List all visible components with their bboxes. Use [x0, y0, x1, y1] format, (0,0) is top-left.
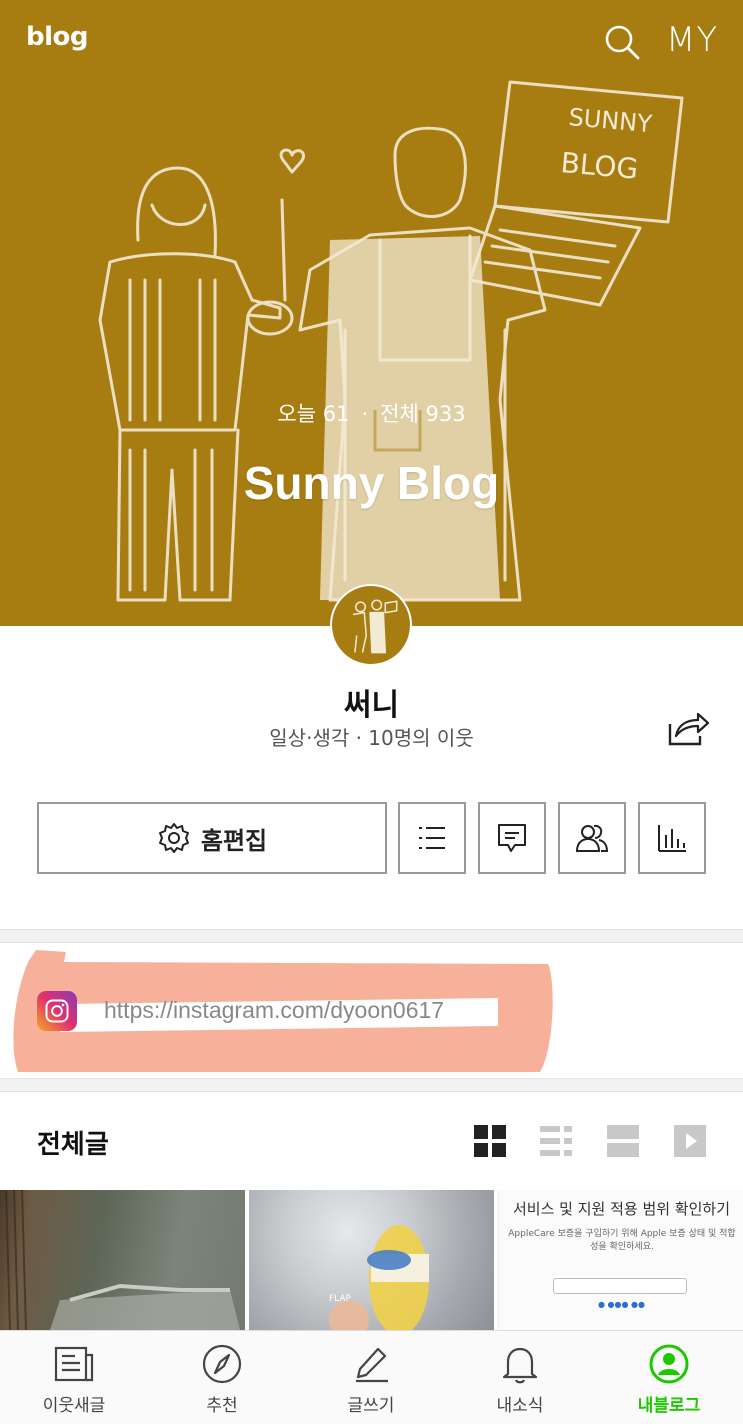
nav-label: 이웃새글	[42, 1396, 106, 1416]
nav-item-notifications[interactable]: 내소식	[446, 1331, 594, 1424]
compass-icon	[202, 1344, 242, 1384]
nav-item-write[interactable]: 글쓰기	[297, 1331, 445, 1424]
nav-item-neighbor-news[interactable]: 이웃새글	[0, 1331, 148, 1424]
visit-stats: 오늘 61 · 전체 933	[0, 398, 743, 428]
nav-item-recommend[interactable]: 추천	[148, 1331, 296, 1424]
cover-illustration: SUNNY BLOG	[98, 80, 684, 602]
total-visits: 전체 933	[380, 402, 466, 426]
edit-home-button[interactable]: 홈편집	[37, 802, 387, 874]
video-view-icon[interactable]	[673, 1124, 707, 1158]
cover-art-text-2: BLOG	[559, 146, 639, 186]
neighbors-icon	[575, 824, 609, 852]
bottom-navigation: 이웃새글 추천 글쓰기 내소식 내블로그	[0, 1330, 743, 1424]
blog-title: Sunny Blog	[243, 457, 500, 509]
nav-item-my-blog[interactable]: 내블로그	[595, 1331, 743, 1424]
blog-cover: SUNNY BLOG blog MY 오늘 61 · 전체 933 Sunny Bl…	[0, 0, 743, 626]
nav-label: 내소식	[496, 1396, 544, 1416]
category-list-button[interactable]	[398, 802, 466, 874]
avatar[interactable]	[330, 584, 412, 666]
my-menu-button[interactable]: MY	[666, 20, 718, 60]
all-posts-title: 전체글	[37, 1130, 109, 1160]
thumb-link: ● ●●● ●●	[598, 1300, 645, 1309]
nav-label: 내블로그	[637, 1396, 701, 1416]
blog-meta[interactable]: 일상·생각 · 10명의 이웃	[0, 722, 743, 751]
stats-icon	[658, 825, 686, 852]
comment-icon	[498, 824, 526, 852]
post-thumbnails: FLAP 서비스 및 지원 적용 범위 확인하기 AppleCare 보증을 구…	[0, 1190, 743, 1330]
nav-label: 추천	[206, 1396, 238, 1416]
card-view-icon[interactable]	[606, 1124, 640, 1158]
nav-label: 글쓰기	[347, 1396, 395, 1416]
bell-icon	[502, 1347, 538, 1384]
grid-view-icon[interactable]	[473, 1124, 507, 1158]
post-thumbnail[interactable]	[0, 1190, 245, 1330]
section-divider-2	[0, 1078, 743, 1092]
instagram-link[interactable]: https://instagram.com/dyoon0617	[104, 997, 444, 1024]
today-visits: 오늘 61	[277, 402, 350, 426]
gear-icon	[158, 823, 189, 853]
edit-home-label: 홈편집	[200, 826, 268, 855]
neighbors-button[interactable]	[558, 802, 626, 874]
cover-art-text-1: SUNNY	[567, 103, 653, 138]
blog-logo[interactable]: blog	[26, 22, 89, 52]
guestbook-button[interactable]	[478, 802, 546, 874]
search-icon[interactable]	[602, 22, 642, 62]
neighbor-news-icon	[54, 1346, 94, 1382]
post-thumbnail[interactable]: FLAP	[249, 1190, 494, 1330]
instagram-icon	[37, 991, 77, 1031]
drink-photo	[329, 1225, 429, 1330]
visit-separator: ·	[361, 402, 369, 426]
thumb-input-box	[553, 1278, 687, 1294]
my-blog-icon	[649, 1344, 689, 1384]
thumb-title: 서비스 및 지원 적용 범위 확인하기	[512, 1200, 731, 1218]
share-icon[interactable]	[666, 710, 710, 748]
post-thumbnail[interactable]: 서비스 및 지원 적용 범위 확인하기 AppleCare 보증을 구입하기 위…	[498, 1190, 743, 1330]
avatar-illustration	[352, 599, 398, 654]
list-icon	[419, 827, 445, 849]
nickname: 써니	[343, 688, 400, 723]
list-view-icon[interactable]	[539, 1124, 573, 1158]
statistics-button[interactable]	[638, 802, 706, 874]
bedroom-photo	[5, 1190, 240, 1330]
thumb-body: AppleCare 보증을 구입하기 위해 Apple 보증 상태 및 적합성을…	[508, 1229, 736, 1252]
thumb-caption: FLAP	[329, 1294, 351, 1304]
pencil-icon	[356, 1347, 388, 1383]
